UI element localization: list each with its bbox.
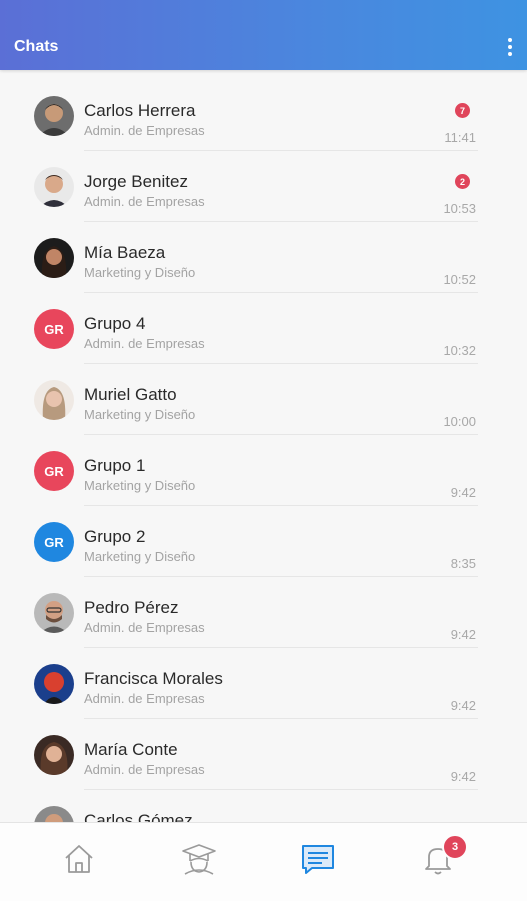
chat-row[interactable]: GR Grupo 1 Marketing y Diseño 9:42 xyxy=(0,425,527,506)
chat-row[interactable]: Muriel Gatto Marketing y Diseño 10:00 xyxy=(0,354,527,435)
more-vert-icon[interactable] xyxy=(505,38,515,56)
chat-subtitle: Admin. de Empresas xyxy=(84,194,205,209)
chat-row[interactable]: Francisca Morales Admin. de Empresas 9:4… xyxy=(0,638,527,719)
chat-row[interactable]: Pedro Pérez Admin. de Empresas 9:42 xyxy=(0,567,527,648)
chat-icon[interactable] xyxy=(300,841,336,877)
chat-name: Carlos Herrera xyxy=(84,101,196,120)
unread-badge: 2 xyxy=(455,174,470,189)
chat-list[interactable]: Carlos Herrera Admin. de Empresas 7 11:4… xyxy=(0,70,527,822)
chat-subtitle: Admin. de Empresas xyxy=(84,620,205,635)
chat-subtitle: Marketing y Diseño xyxy=(84,407,196,422)
chat-subtitle: Marketing y Diseño xyxy=(84,549,196,564)
chat-subtitle: Admin. de Empresas xyxy=(84,336,205,351)
chat-row[interactable]: GR Grupo 2 Marketing y Diseño 8:35 xyxy=(0,496,527,577)
chat-name: Pedro Pérez xyxy=(84,598,179,617)
avatar xyxy=(34,593,74,633)
chat-name: Francisca Morales xyxy=(84,669,223,688)
chat-subtitle: Admin. de Empresas xyxy=(84,123,205,138)
avatar xyxy=(34,664,74,704)
chat-name: Muriel Gatto xyxy=(84,385,177,404)
home-icon[interactable] xyxy=(61,841,97,877)
avatar xyxy=(34,806,74,822)
avatar xyxy=(34,167,74,207)
avatar xyxy=(34,735,74,775)
avatar xyxy=(34,238,74,278)
chat-subtitle: Marketing y Diseño xyxy=(84,265,196,280)
unread-badge: 7 xyxy=(455,103,470,118)
chat-row[interactable]: Jorge Benitez Admin. de Empresas 2 10:53 xyxy=(0,141,527,222)
chat-name: Grupo 2 xyxy=(84,527,146,546)
chat-row[interactable]: GR Grupo 4 Admin. de Empresas 10:32 xyxy=(0,283,527,364)
avatar xyxy=(34,380,74,420)
app-header: Chats xyxy=(0,0,527,70)
group-avatar: GR xyxy=(34,451,74,491)
chat-row[interactable]: Carlos Herrera Admin. de Empresas 7 11:4… xyxy=(0,70,527,151)
page-title: Chats xyxy=(14,38,59,55)
chat-name: Carlos Gómez xyxy=(84,811,193,822)
notification-badge: 3 xyxy=(442,834,468,860)
chat-row[interactable]: Carlos Gómez xyxy=(0,780,527,822)
graduation-cap-icon[interactable] xyxy=(181,841,217,877)
chat-subtitle: Marketing y Diseño xyxy=(84,478,196,493)
chat-row[interactable]: Mía Baeza Marketing y Diseño 10:52 xyxy=(0,212,527,293)
chat-subtitle: Admin. de Empresas xyxy=(84,762,205,777)
chat-name: Jorge Benitez xyxy=(84,172,188,191)
chat-name: Mía Baeza xyxy=(84,243,166,262)
chat-name: Grupo 1 xyxy=(84,456,146,475)
chat-row[interactable]: María Conte Admin. de Empresas 9:42 xyxy=(0,709,527,790)
group-avatar: GR xyxy=(34,522,74,562)
avatar xyxy=(34,96,74,136)
group-avatar: GR xyxy=(34,309,74,349)
chat-name: Grupo 4 xyxy=(84,314,146,333)
chat-subtitle: Admin. de Empresas xyxy=(84,691,205,706)
chat-name: María Conte xyxy=(84,740,178,759)
bottom-nav: 3 xyxy=(0,822,527,901)
